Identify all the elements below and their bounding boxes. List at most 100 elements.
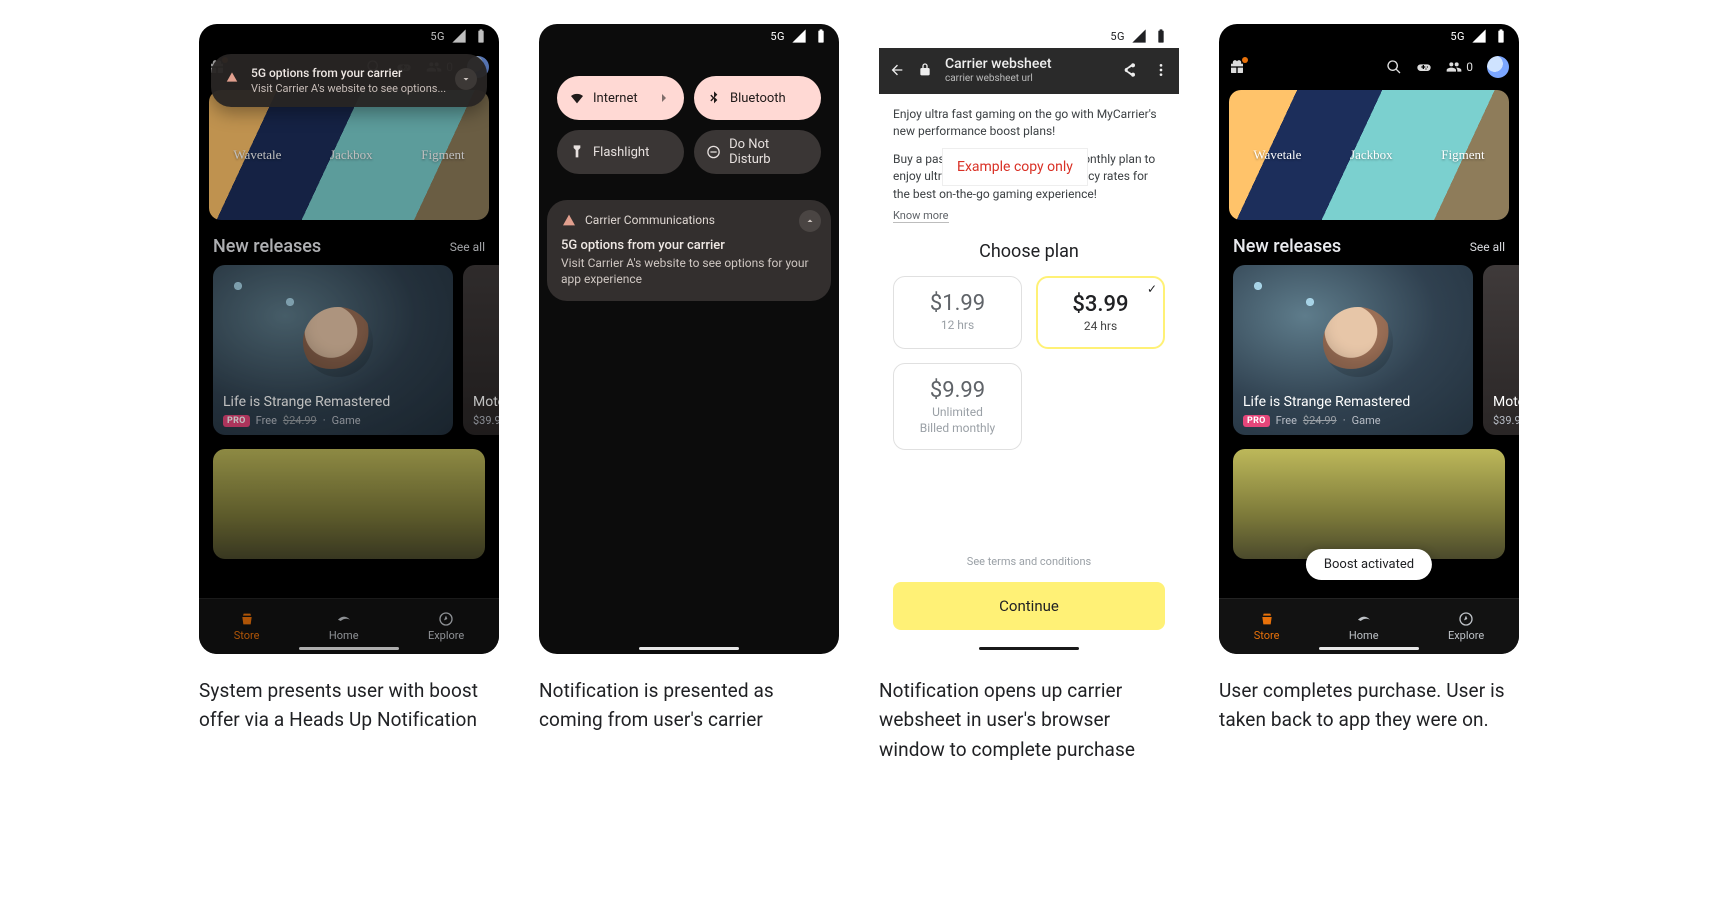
hero-overlay: Wavetale Jackbox Figment: [209, 90, 489, 220]
websheet-toolbar: Carrier websheet carrier websheet url: [879, 48, 1179, 94]
avatar[interactable]: [1487, 56, 1509, 78]
plan-unl-sub2: Billed monthly: [904, 421, 1011, 435]
battery-icon: [1493, 28, 1509, 44]
card-clipped[interactable]: Moto $39.99: [1483, 265, 1519, 435]
caption-4: User completes purchase. User is taken b…: [1219, 676, 1519, 735]
card-title: Life is Strange Remastered: [223, 394, 443, 410]
notification-title: 5G options from your carrier: [561, 238, 817, 253]
caption-1: System presents user with boost offer vi…: [199, 676, 499, 735]
bag-icon: [239, 611, 255, 627]
heads-up-notification[interactable]: 5G options from your carrier Visit Carri…: [211, 54, 487, 107]
card-clipped[interactable]: Moto $39.99: [463, 265, 499, 435]
hun-expand[interactable]: [455, 68, 477, 90]
hero-label-2: Jackbox: [330, 147, 373, 163]
see-all-link[interactable]: See all: [450, 240, 485, 254]
qs-flashlight[interactable]: Flashlight: [557, 130, 684, 174]
flashlight-icon: [569, 144, 585, 160]
store-top-bar: 0: [1219, 48, 1519, 84]
gesture-handle[interactable]: [639, 647, 739, 650]
phone-3: 5G Carrier websheet carrier websheet url…: [879, 24, 1179, 654]
card-life-is-strange[interactable]: Life is Strange Remastered PRO Free $24.…: [1233, 265, 1473, 435]
hero-banner[interactable]: Wavetale Jackbox Figment: [209, 90, 489, 220]
search-icon[interactable]: [1386, 59, 1402, 75]
websheet-title-block: Carrier websheet carrier websheet url: [945, 56, 1051, 84]
tab-store[interactable]: Store: [1254, 611, 1280, 642]
websheet-url: carrier websheet url: [945, 73, 1051, 84]
notification-body: Visit Carrier A's website to see options…: [561, 255, 817, 287]
wifi-icon: [569, 90, 585, 106]
tab-home[interactable]: Home: [1349, 611, 1379, 642]
caption-3: Notification opens up carrier websheet i…: [879, 676, 1179, 764]
phone-2: 5G Internet Bluetooth: [539, 24, 839, 654]
plan-12h-price: $1.99: [904, 291, 1011, 316]
back-icon[interactable]: [889, 62, 905, 78]
hun-title: 5G options from your carrier: [251, 66, 447, 80]
websheet-lead: Enjoy ultra fast gaming on the go with M…: [893, 106, 1165, 141]
stadia-icon: [1356, 611, 1372, 627]
gesture-handle[interactable]: [299, 647, 399, 650]
tab-home[interactable]: Home: [329, 611, 359, 642]
qs-dnd[interactable]: Do Not Disturb: [694, 130, 821, 174]
hero-overlay: Wavetale Jackbox Figment: [1229, 90, 1509, 220]
status-bar: 5G: [199, 24, 499, 48]
battery-icon: [473, 28, 489, 44]
network-label: 5G: [1110, 30, 1125, 43]
qs-internet[interactable]: Internet: [557, 76, 684, 120]
tab-explore-label: Explore: [428, 629, 464, 642]
tab-explore[interactable]: Explore: [1448, 611, 1484, 642]
gesture-handle[interactable]: [979, 647, 1079, 650]
gift-icon[interactable]: [1229, 59, 1245, 75]
col-1: 5G 0 Wavetale Jackbox: [199, 24, 499, 735]
card-was-price: $24.99: [283, 414, 317, 427]
websheet-title: Carrier websheet: [945, 56, 1051, 72]
col-4: 5G 0 Wavetale Jackbox Figment: [1219, 24, 1519, 735]
know-more-link[interactable]: Know more: [893, 209, 949, 223]
gamepad-icon[interactable]: [1416, 59, 1432, 75]
clip-price: $39.99: [1493, 414, 1519, 427]
lock-icon: [917, 62, 933, 78]
tab-store[interactable]: Store: [234, 611, 260, 642]
people-count[interactable]: 0: [1446, 59, 1473, 75]
see-all-link[interactable]: See all: [1470, 240, 1505, 254]
hero-banner[interactable]: Wavetale Jackbox Figment: [1229, 90, 1509, 220]
signal-icon: [1471, 28, 1487, 44]
clip-price: $39.99: [473, 414, 499, 427]
gesture-handle[interactable]: [1319, 647, 1419, 650]
section-title: New releases: [1233, 236, 1341, 257]
plan-grid: $1.99 12 hrs ✓ $3.99 24 hrs $9.99 Unlimi…: [893, 276, 1165, 450]
plan-unlimited[interactable]: $9.99 Unlimited Billed monthly: [893, 363, 1022, 450]
qs-bluetooth[interactable]: Bluetooth: [694, 76, 821, 120]
people-count-value: 0: [1466, 60, 1473, 74]
card-free: Free: [256, 414, 277, 427]
plan-12h-sub: 12 hrs: [904, 318, 1011, 332]
notification-card[interactable]: Carrier Communications 5G options from y…: [547, 200, 831, 301]
caption-2: Notification is presented as coming from…: [539, 676, 839, 735]
big-tile[interactable]: [213, 449, 485, 559]
tab-explore[interactable]: Explore: [428, 611, 464, 642]
chevron-right-icon: [656, 90, 672, 106]
more-icon[interactable]: [1153, 62, 1169, 78]
plan-24h-selected[interactable]: ✓ $3.99 24 hrs: [1036, 276, 1165, 349]
continue-button[interactable]: Continue: [893, 582, 1165, 630]
hero-label-1: Wavetale: [233, 147, 281, 163]
bluetooth-icon: [706, 90, 722, 106]
status-bar: 5G: [879, 24, 1179, 48]
battery-icon: [813, 28, 829, 44]
terms-link[interactable]: See terms and conditions: [879, 555, 1179, 568]
notification-collapse[interactable]: [799, 210, 821, 232]
hero-label-1: Wavetale: [1253, 147, 1301, 163]
card-life-is-strange[interactable]: Life is Strange Remastered PRO Free $24.…: [213, 265, 453, 435]
clip-title: Moto: [473, 394, 499, 410]
notification-app-name: Carrier Communications: [585, 213, 715, 227]
signal-icon: [451, 28, 467, 44]
carrier-triangle-icon: [561, 212, 577, 228]
phone-4: 5G 0 Wavetale Jackbox Figment: [1219, 24, 1519, 654]
big-tile[interactable]: [1233, 449, 1505, 559]
card-was-price: $24.99: [1303, 414, 1337, 427]
compass-icon: [438, 611, 454, 627]
share-icon[interactable]: [1121, 62, 1137, 78]
plan-12h[interactable]: $1.99 12 hrs: [893, 276, 1022, 349]
websheet-body: Enjoy ultra fast gaming on the go with M…: [879, 94, 1179, 654]
col-2: 5G Internet Bluetooth: [539, 24, 839, 735]
check-icon: ✓: [1147, 282, 1157, 296]
